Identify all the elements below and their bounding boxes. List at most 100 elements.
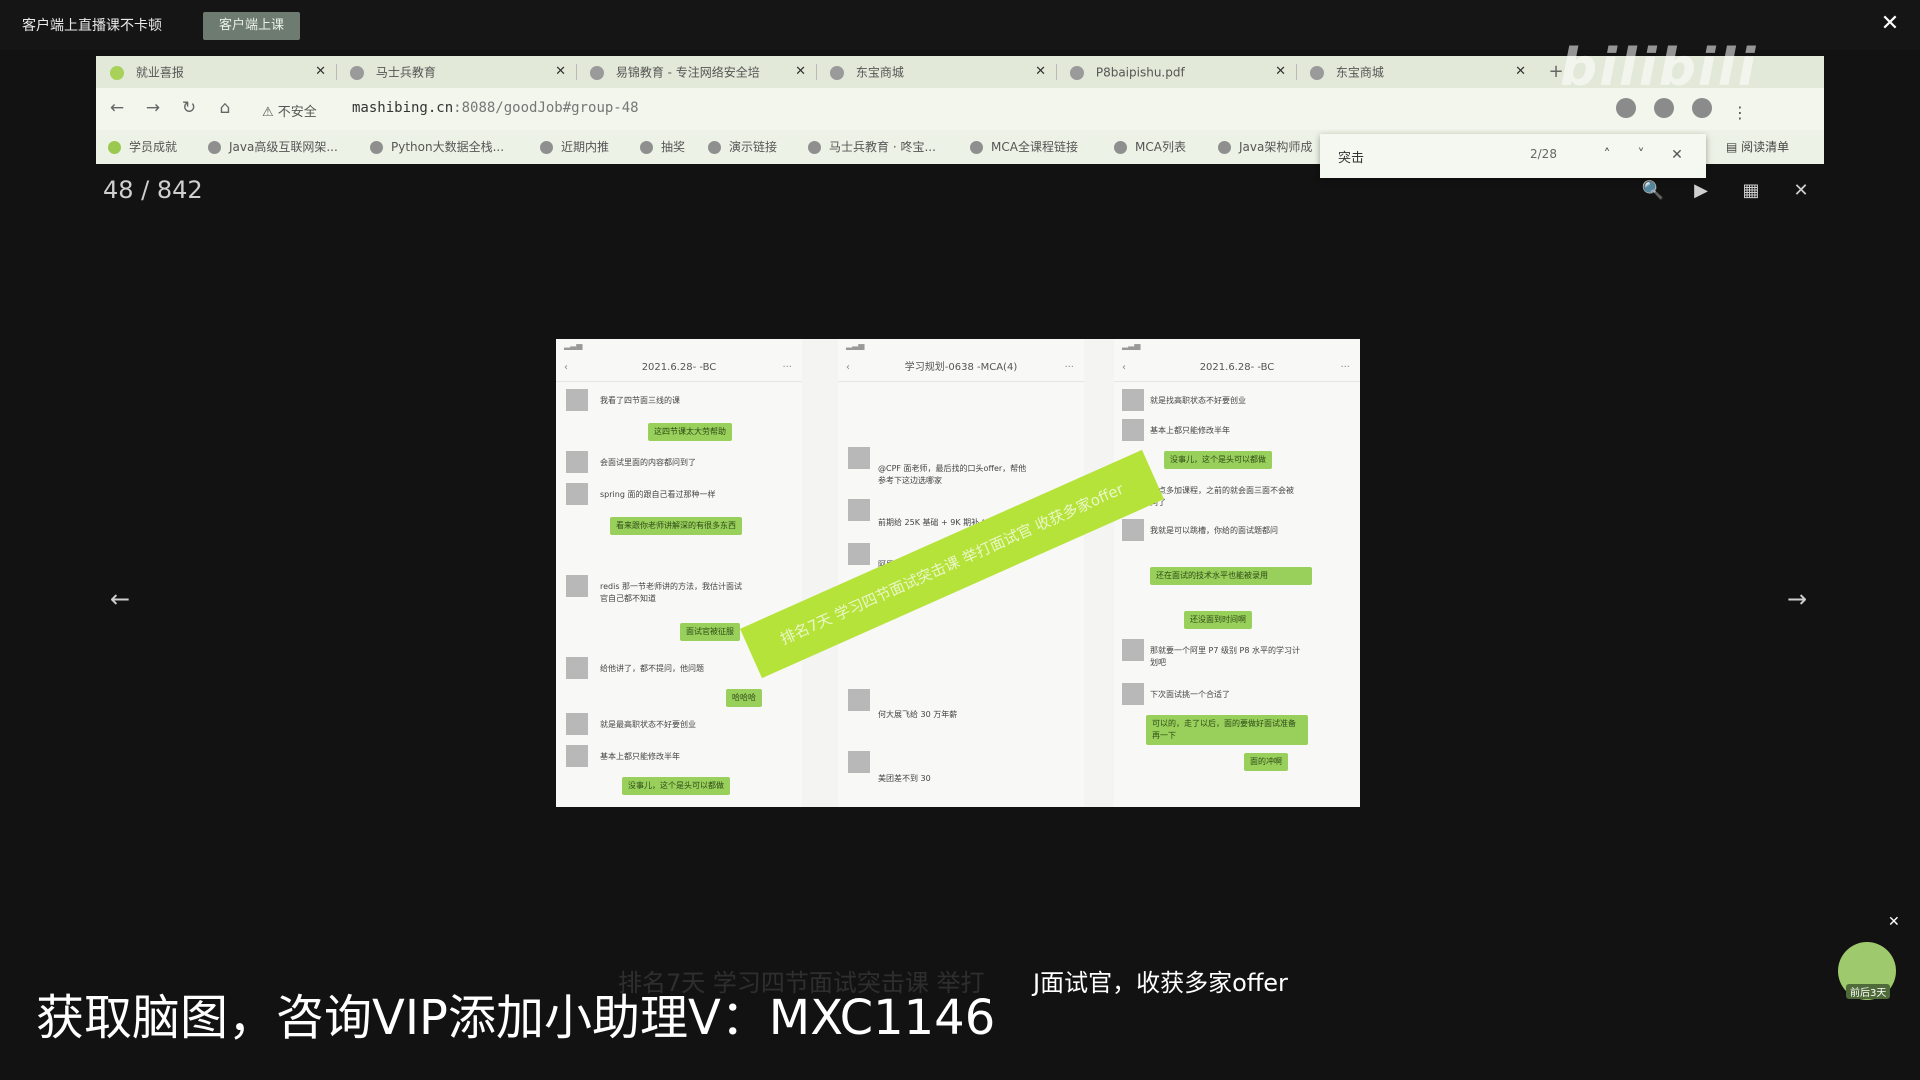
play-icon[interactable]: ▶ bbox=[1688, 178, 1714, 204]
chat-bubble: 面的冲啊 bbox=[1244, 753, 1288, 771]
tab-dongbao-1[interactable]: 东宝商城 ✕ bbox=[816, 58, 1056, 86]
forward-icon[interactable]: → bbox=[142, 96, 164, 120]
chat-header: ‹ 学习规划-0638 -MCA(4) ··· bbox=[838, 355, 1084, 382]
search-icon[interactable]: 🔍 bbox=[1640, 178, 1666, 204]
chat-message: 那就要一个阿里 P7 级别 P8 水平的学习计划吧 bbox=[1150, 646, 1300, 667]
subtitle-line: J面试官，收获多家offer bbox=[1033, 969, 1288, 997]
chat-message: 何大展飞给 30 万年薪 bbox=[878, 710, 958, 719]
chat-bubble: 面试官被征服 bbox=[680, 623, 740, 641]
security-warning[interactable]: ⚠ 不安全 bbox=[262, 101, 317, 120]
chat-header: ‹ 2021.6.28- -BC ··· bbox=[556, 355, 802, 382]
globe-icon bbox=[808, 141, 821, 154]
chat-bubble: 没事儿，这个是头可以都做 bbox=[1164, 451, 1272, 469]
chat-header: ‹ 2021.6.28- -BC ··· bbox=[1114, 355, 1360, 382]
reading-list-button[interactable]: ▤ 阅读清单 bbox=[1726, 138, 1789, 155]
bookmark-item[interactable]: Java高级互联网架... bbox=[208, 138, 338, 155]
link-icon bbox=[1218, 141, 1231, 154]
tab-label: P8baipishu.pdf bbox=[1095, 65, 1185, 80]
chat-bubble: 可以的，走了以后，面的要做好面试准备再一下 bbox=[1146, 715, 1308, 745]
find-close-icon[interactable]: ✕ bbox=[1666, 144, 1688, 166]
bookmark-item[interactable]: 抽奖 bbox=[640, 138, 685, 155]
close-icon[interactable]: ✕ bbox=[555, 58, 566, 86]
chat-message: 早点多加课程，之前的就会面三面不会被问了 bbox=[1150, 486, 1294, 507]
avatar bbox=[848, 447, 870, 469]
find-next-icon[interactable]: ˅ bbox=[1630, 144, 1652, 166]
extension-icon[interactable] bbox=[1616, 98, 1636, 118]
app-title: 客户端上直播课不卡顿 bbox=[22, 18, 162, 34]
bookmark-item[interactable]: Java架构师成 bbox=[1218, 138, 1312, 155]
client-class-button[interactable]: 客户端上课 bbox=[203, 12, 300, 40]
promo-caption: 获取脑图，咨询VIP添加小助理V：MXC1146 bbox=[36, 990, 996, 1046]
widget-close-icon[interactable]: ✕ bbox=[1888, 914, 1900, 930]
close-viewer-icon[interactable]: ✕ bbox=[1788, 178, 1814, 204]
bookmark-label: Java高级互联网架... bbox=[229, 140, 338, 154]
find-input[interactable]: 突击 bbox=[1338, 147, 1364, 166]
bookmark-item[interactable]: MCA全课程链接 bbox=[970, 138, 1078, 155]
find-prev-icon[interactable]: ˄ bbox=[1596, 144, 1618, 166]
tab-mashibing[interactable]: 马士兵教育 ✕ bbox=[336, 58, 576, 86]
more-icon: ··· bbox=[782, 362, 792, 373]
avatar bbox=[566, 713, 588, 735]
chat-message: 基本上都只能修改半年 bbox=[1150, 426, 1230, 435]
close-window-button[interactable]: ✕ bbox=[1878, 10, 1902, 38]
back-icon[interactable]: ← bbox=[106, 96, 128, 120]
chat-message: 就是找高职状态不好要创业 bbox=[1150, 396, 1246, 405]
tab-yijin[interactable]: 易锦教育 - 专注网络安全培 ✕ bbox=[576, 58, 816, 86]
chat-message: 给他讲了，都不提问，他问题 bbox=[600, 664, 704, 673]
avatar bbox=[1122, 389, 1144, 411]
more-icon: ··· bbox=[1064, 362, 1074, 373]
chat-screenshot-1: ▂▃▅ ‹ 2021.6.28- -BC ··· 我看了四节面三线的课 这四节课太大… bbox=[556, 339, 802, 807]
close-icon[interactable]: ✕ bbox=[315, 58, 326, 86]
chat-message: 美团差不到 30 bbox=[878, 774, 931, 783]
avatar bbox=[1122, 519, 1144, 541]
chat-message: spring 面的跟自己看过那种一样 bbox=[600, 490, 716, 499]
shield-icon bbox=[370, 141, 383, 154]
close-icon[interactable]: ✕ bbox=[795, 58, 806, 86]
grid-icon[interactable]: ▦ bbox=[1738, 178, 1764, 204]
chat-bubble: 还在面试的技术水平也能被录用 bbox=[1150, 567, 1312, 585]
chat-message: 我就是可以跳槽，你给的面试题都问 bbox=[1150, 526, 1278, 535]
close-icon[interactable]: ✕ bbox=[1515, 58, 1526, 86]
prev-arrow-icon[interactable]: ← bbox=[105, 584, 135, 614]
next-arrow-icon[interactable]: → bbox=[1782, 584, 1812, 614]
site-icon bbox=[590, 65, 604, 80]
url-path: :8088/goodJob#group-48 bbox=[453, 100, 639, 116]
menu-icon[interactable]: ⋮ bbox=[1730, 103, 1750, 123]
back-icon: ‹ bbox=[564, 362, 568, 373]
slide-image: ▂▃▅ ‹ 2021.6.28- -BC ··· 我看了四节面三线的课 这四节课太大… bbox=[556, 339, 1360, 807]
globe-icon bbox=[640, 141, 653, 154]
globe-icon bbox=[708, 141, 721, 154]
close-icon[interactable]: ✕ bbox=[1035, 58, 1046, 86]
floating-widget[interactable]: 前后3天 bbox=[1832, 934, 1902, 1004]
bookmark-item[interactable]: 近期内推 bbox=[540, 138, 609, 155]
slide-counter: 48 / 842 bbox=[103, 176, 203, 204]
profile-icon[interactable] bbox=[1692, 98, 1712, 118]
tab-pdf[interactable]: P8baipishu.pdf ✕ bbox=[1056, 58, 1296, 86]
url-field[interactable]: mashibing.cn:8088/goodJob#group-48 bbox=[352, 100, 639, 116]
bookmark-item[interactable]: Python大数据全栈... bbox=[370, 138, 504, 155]
tab-label: 易锦教育 - 专注网络安全培 bbox=[615, 65, 760, 80]
tab-dongbao-2[interactable]: 东宝商城 ✕ bbox=[1296, 58, 1536, 86]
bookmark-item[interactable]: 学员成就 bbox=[108, 138, 177, 155]
home-icon[interactable]: ⌂ bbox=[214, 96, 236, 120]
bookmark-label: 马士兵教育 · 咚宝... bbox=[829, 140, 936, 154]
bookmark-label: 演示链接 bbox=[729, 140, 778, 154]
chat-bubble: 没事儿，这个是头可以都做 bbox=[622, 777, 730, 795]
chat-bubble: 这四节课太大劳帮助 bbox=[648, 423, 732, 441]
avatar bbox=[848, 543, 870, 565]
tab-label: 东宝商城 bbox=[855, 65, 904, 80]
avatar bbox=[566, 389, 588, 411]
globe-icon bbox=[1310, 65, 1324, 80]
find-match-count: 2/28 bbox=[1530, 147, 1557, 161]
tab-jobs[interactable]: 就业喜报 ✕ bbox=[96, 58, 336, 86]
bookmark-item[interactable]: MCA列表 bbox=[1114, 138, 1186, 155]
widget-label: 前后3天 bbox=[1846, 984, 1891, 999]
chat-message: 会面试里面的内容都问到了 bbox=[600, 458, 696, 467]
back-icon: ‹ bbox=[846, 362, 850, 373]
close-icon[interactable]: ✕ bbox=[1275, 58, 1286, 86]
reload-icon[interactable]: ↻ bbox=[178, 96, 200, 120]
extension-icon[interactable] bbox=[1654, 98, 1674, 118]
bookmark-item[interactable]: 演示链接 bbox=[708, 138, 777, 155]
chat-message: 就是最高职状态不好要创业 bbox=[600, 720, 696, 729]
bookmark-item[interactable]: 马士兵教育 · 咚宝... bbox=[808, 138, 936, 155]
